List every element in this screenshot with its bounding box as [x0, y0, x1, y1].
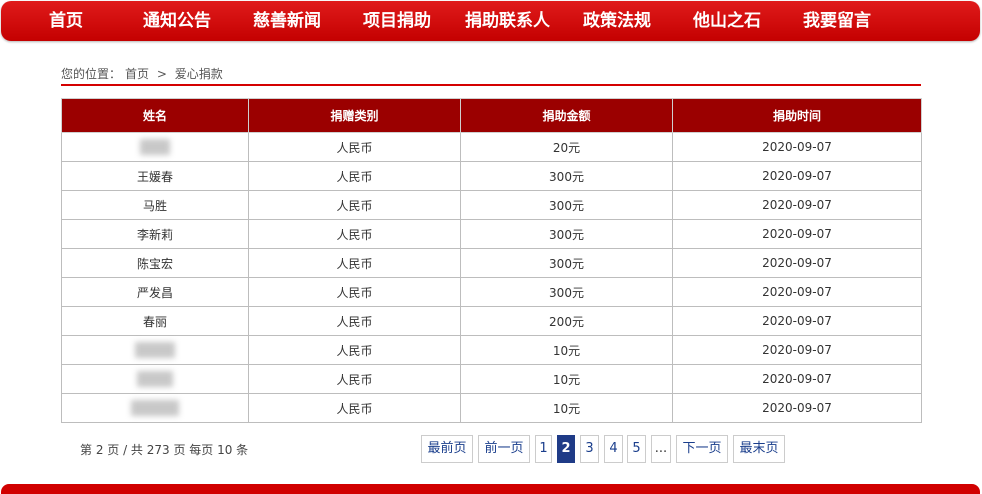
nav-item-other-experiences[interactable]: 他山之石: [693, 1, 761, 41]
table-row: 人民币 10元 2020-09-07: [61, 393, 922, 423]
donation-amount-cell: 300元: [460, 248, 673, 278]
donation-type-cell: 人民币: [248, 277, 461, 307]
nav-item-home[interactable]: 首页: [49, 1, 83, 41]
table-row: 严发昌 人民币 300元 2020-09-07: [61, 277, 922, 307]
pagination-ellipsis: ...: [651, 435, 671, 463]
section-divider: [61, 84, 921, 86]
page-4-button[interactable]: 4: [604, 435, 623, 463]
table-row: 人民币 10元 2020-09-07: [61, 335, 922, 365]
donation-date-cell: 2020-09-07: [672, 132, 922, 162]
column-header-name: 姓名: [61, 98, 249, 133]
breadcrumb-prefix: 您的位置：: [61, 67, 122, 81]
redacted-name: [135, 342, 175, 358]
nav-item-notices[interactable]: 通知公告: [143, 1, 211, 41]
donation-type-cell: 人民币: [248, 190, 461, 220]
main-nav: 首页 通知公告 慈善新闻 项目捐助 捐助联系人 政策法规 他山之石 我要留言: [1, 1, 980, 41]
donation-date-cell: 2020-09-07: [672, 277, 922, 307]
donation-amount-cell: 300元: [460, 219, 673, 249]
table-row: 人民币 20元 2020-09-07: [61, 132, 922, 162]
redacted-name: [131, 400, 179, 416]
page-3-button[interactable]: 3: [580, 435, 599, 463]
donation-amount-cell: 20元: [460, 132, 673, 162]
column-header-amount: 捐助金额: [460, 98, 673, 133]
donor-name-cell: [61, 132, 249, 162]
footer-bar: [1, 484, 980, 494]
pagination-info: 第 2 页 / 共 273 页 每页 10 条: [80, 443, 249, 457]
table-row: 马胜 人民币 300元 2020-09-07: [61, 190, 922, 220]
nav-item-donation-contacts[interactable]: 捐助联系人: [465, 1, 550, 41]
page-5-button[interactable]: 5: [627, 435, 646, 463]
donation-amount-cell: 300元: [460, 277, 673, 307]
breadcrumb-separator: >: [156, 67, 167, 81]
table-row: 人民币 10元 2020-09-07: [61, 364, 922, 394]
page-1-button[interactable]: 1: [535, 435, 552, 463]
first-page-button[interactable]: 最前页: [421, 435, 473, 463]
donation-date-cell: 2020-09-07: [672, 364, 922, 394]
redacted-name: [137, 371, 173, 387]
table-header-row: 姓名 捐赠类别 捐助金额 捐助时间: [61, 98, 922, 133]
page-2-button[interactable]: 2: [557, 435, 575, 463]
donor-name-cell: 李新莉: [61, 219, 249, 249]
donation-date-cell: 2020-09-07: [672, 306, 922, 336]
donation-type-cell: 人民币: [248, 161, 461, 191]
donation-type-cell: 人民币: [248, 335, 461, 365]
column-header-type: 捐赠类别: [248, 98, 461, 133]
donation-amount-cell: 10元: [460, 364, 673, 394]
redacted-name: [140, 139, 170, 155]
donation-date-cell: 2020-09-07: [672, 393, 922, 423]
donation-date-cell: 2020-09-07: [672, 161, 922, 191]
donation-amount-cell: 10元: [460, 335, 673, 365]
donation-date-cell: 2020-09-07: [672, 219, 922, 249]
donor-name-cell: [61, 393, 249, 423]
donation-type-cell: 人民币: [248, 364, 461, 394]
table-row: 陈宝宏 人民币 300元 2020-09-07: [61, 248, 922, 278]
donor-name-cell: [61, 335, 249, 365]
donation-amount-cell: 200元: [460, 306, 673, 336]
nav-item-project-donation[interactable]: 项目捐助: [363, 1, 431, 41]
donation-date-cell: 2020-09-07: [672, 248, 922, 278]
donation-date-cell: 2020-09-07: [672, 190, 922, 220]
prev-page-button[interactable]: 前一页: [478, 435, 530, 463]
donation-type-cell: 人民币: [248, 306, 461, 336]
donation-amount-cell: 300元: [460, 161, 673, 191]
table-row: 李新莉 人民币 300元 2020-09-07: [61, 219, 922, 249]
donation-type-cell: 人民币: [248, 219, 461, 249]
donation-type-cell: 人民币: [248, 393, 461, 423]
nav-item-charity-news[interactable]: 慈善新闻: [253, 1, 321, 41]
donor-name-cell: 春丽: [61, 306, 249, 336]
donor-name-cell: 马胜: [61, 190, 249, 220]
table-row: 王媛春 人民币 300元 2020-09-07: [61, 161, 922, 191]
nav-item-leave-message[interactable]: 我要留言: [803, 1, 871, 41]
nav-item-policies[interactable]: 政策法规: [583, 1, 651, 41]
donor-name-cell: 严发昌: [61, 277, 249, 307]
breadcrumb-current: 爱心捐款: [174, 67, 223, 81]
next-page-button[interactable]: 下一页: [676, 435, 728, 463]
donation-type-cell: 人民币: [248, 248, 461, 278]
donor-name-cell: [61, 364, 249, 394]
breadcrumb-home-link[interactable]: 首页: [125, 67, 149, 81]
table-row: 春丽 人民币 200元 2020-09-07: [61, 306, 922, 336]
donation-table: 姓名 捐赠类别 捐助金额 捐助时间 人民币 20元 2020-09-07 王媛春…: [61, 98, 922, 423]
donor-name-cell: 王媛春: [61, 161, 249, 191]
column-header-date: 捐助时间: [672, 98, 922, 133]
breadcrumb: 您的位置： 首页 > 爱心捐款: [61, 65, 227, 82]
donor-name-cell: 陈宝宏: [61, 248, 249, 278]
last-page-button[interactable]: 最末页: [733, 435, 785, 463]
donation-amount-cell: 300元: [460, 190, 673, 220]
donation-amount-cell: 10元: [460, 393, 673, 423]
donation-date-cell: 2020-09-07: [672, 335, 922, 365]
donation-type-cell: 人民币: [248, 132, 461, 162]
